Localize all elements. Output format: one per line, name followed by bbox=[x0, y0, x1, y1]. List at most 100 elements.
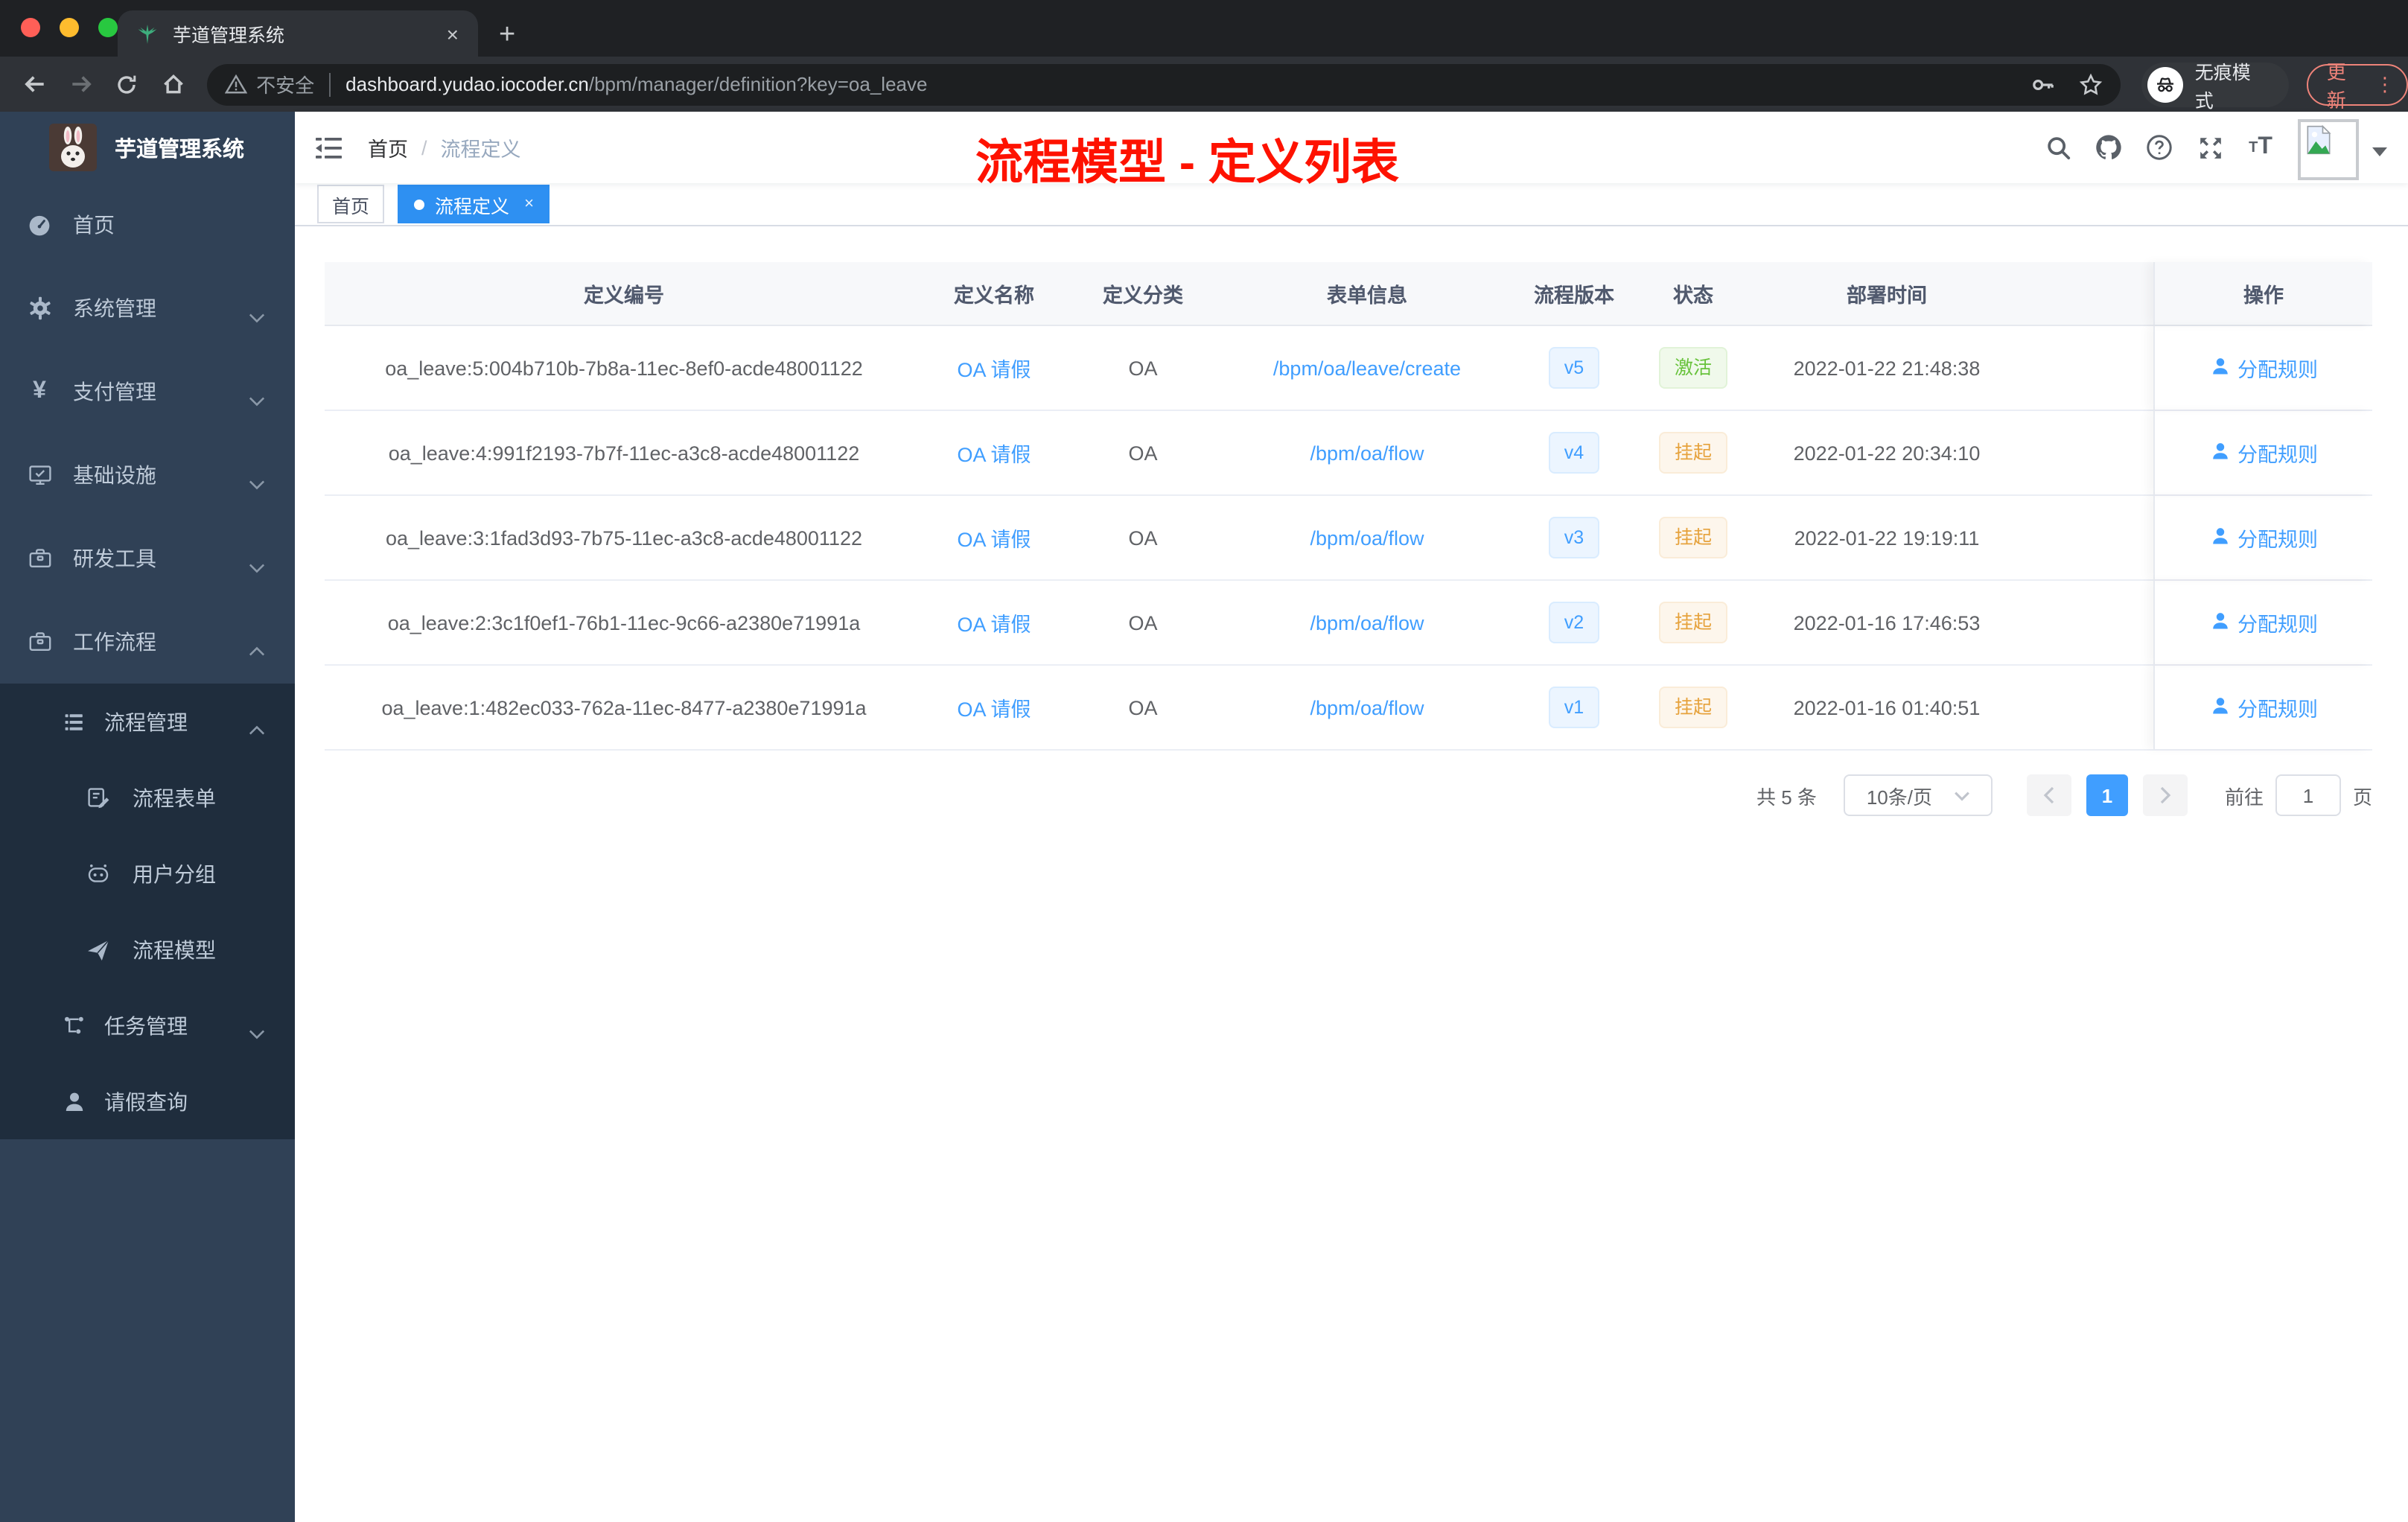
window-close-button[interactable] bbox=[21, 18, 40, 37]
sidebar-item-8[interactable]: 用户分组 bbox=[0, 835, 295, 911]
sidebar-item-label: 工作流程 bbox=[73, 630, 156, 654]
content: 定义编号 定义名称 定义分类 表单信息 流程版本 状态 部署时间 操作 oa_leave:5:0… bbox=[295, 226, 2408, 816]
search-icon[interactable] bbox=[2033, 135, 2083, 160]
logo-row[interactable]: 芋道管理系统 bbox=[0, 112, 295, 183]
goto-label: 前往 bbox=[2224, 786, 2264, 808]
definition-name-link[interactable]: OA 请假 bbox=[957, 523, 1031, 553]
cell-id: oa_leave:1:482ec033-762a-11ec-8477-a2380… bbox=[381, 696, 867, 719]
password-key-icon[interactable] bbox=[2031, 72, 2055, 96]
form-link[interactable]: /bpm/oa/flow bbox=[1310, 611, 1424, 634]
forward-button[interactable] bbox=[61, 63, 103, 105]
cell-id: oa_leave:2:3c1f0ef1-76b1-11ec-9c66-a2380… bbox=[387, 611, 861, 634]
send-icon bbox=[85, 937, 110, 962]
definition-name-link[interactable]: OA 请假 bbox=[957, 608, 1031, 637]
column-header-name: 定义名称 bbox=[954, 284, 1034, 307]
current-page-button[interactable]: 1 bbox=[2086, 774, 2128, 816]
version-badge: v3 bbox=[1549, 516, 1599, 559]
window-controls[interactable] bbox=[21, 18, 118, 37]
table-row-2: oa_leave:3:1fad3d93-7b75-11ec-a3c8-acde4… bbox=[325, 496, 2372, 581]
github-icon[interactable] bbox=[2083, 134, 2134, 161]
avatar-dropdown-icon[interactable] bbox=[2372, 147, 2387, 163]
sidebar-item-4[interactable]: 研发工具 bbox=[0, 517, 295, 600]
row-filler bbox=[2022, 581, 2153, 664]
status-badge: 挂起 bbox=[1659, 516, 1727, 559]
sidebar-item-label: 系统管理 bbox=[73, 296, 156, 320]
form-link[interactable]: /bpm/oa/flow bbox=[1310, 442, 1424, 464]
browser-menu-icon[interactable]: ⋮ bbox=[2375, 72, 2395, 96]
bookmark-star-icon[interactable] bbox=[2079, 72, 2103, 96]
version-badge: v2 bbox=[1549, 601, 1599, 644]
next-page-button[interactable] bbox=[2142, 774, 2188, 816]
briefcase-icon bbox=[27, 629, 52, 655]
definition-name-link[interactable]: OA 请假 bbox=[957, 692, 1031, 722]
form-link[interactable]: /bpm/oa/flow bbox=[1310, 526, 1424, 549]
update-button[interactable]: 更新 ⋮ bbox=[2307, 60, 2408, 111]
assign-rule-link[interactable]: 分配规则 bbox=[2209, 692, 2318, 722]
tab-tag-1[interactable]: 流程定义 × bbox=[398, 185, 550, 223]
form-link[interactable]: /bpm/oa/leave/create bbox=[1273, 357, 1461, 379]
tag-close-icon[interactable]: × bbox=[524, 195, 534, 213]
user-avatar[interactable] bbox=[2298, 118, 2359, 179]
gear-icon bbox=[27, 296, 52, 321]
row-filler bbox=[2022, 326, 2153, 410]
sidebar-item-5[interactable]: 工作流程 bbox=[0, 600, 295, 684]
sidebar-item-1[interactable]: 系统管理 bbox=[0, 267, 295, 350]
address-bar[interactable]: 不安全 dashboard.yudao.iocoder.cn/bpm/manag… bbox=[207, 63, 2121, 105]
form-icon bbox=[85, 785, 110, 810]
assign-rule-link[interactable]: 分配规则 bbox=[2209, 608, 2318, 637]
breadcrumb-home[interactable]: 首页 bbox=[368, 133, 408, 162]
column-header-deployed: 部署时间 bbox=[1847, 284, 1927, 307]
definition-name-link[interactable]: OA 请假 bbox=[957, 353, 1031, 383]
cell-version: v3 bbox=[1513, 496, 1635, 579]
form-link[interactable]: /bpm/oa/flow bbox=[1310, 696, 1424, 719]
sidebar-item-2[interactable]: ¥ 支付管理 bbox=[0, 350, 295, 433]
warning-icon bbox=[225, 74, 248, 94]
cell-name: OA 请假 bbox=[923, 411, 1065, 494]
home-button[interactable] bbox=[153, 63, 194, 105]
assign-rule-link[interactable]: 分配规则 bbox=[2209, 438, 2318, 468]
page-size-value: 10条/页 bbox=[1866, 786, 1932, 808]
fullscreen-icon[interactable] bbox=[2185, 135, 2235, 160]
incognito-icon bbox=[2147, 66, 2183, 102]
tab-tag-0[interactable]: 首页 bbox=[317, 185, 385, 223]
new-tab-button[interactable]: + bbox=[499, 21, 515, 49]
goto-page-input[interactable] bbox=[2275, 774, 2341, 816]
browser-tab[interactable]: 芋道管理系统 × bbox=[118, 10, 478, 57]
tree-icon bbox=[61, 1013, 86, 1038]
cell-name: OA 请假 bbox=[923, 666, 1065, 749]
sidebar-item-11[interactable]: 请假查询 bbox=[0, 1063, 295, 1139]
font-size-icon[interactable]: TT bbox=[2235, 134, 2286, 161]
sidebar-item-9[interactable]: 流程模型 bbox=[0, 911, 295, 987]
sidebar-item-10[interactable]: 任务管理 bbox=[0, 987, 295, 1063]
prev-page-button[interactable] bbox=[2026, 774, 2071, 816]
assign-rule-link[interactable]: 分配规则 bbox=[2209, 523, 2318, 553]
breadcrumb-current: 流程定义 bbox=[440, 138, 521, 161]
sidebar-item-0[interactable]: 首页 bbox=[0, 183, 295, 267]
chevron-down-icon bbox=[249, 386, 265, 406]
help-icon[interactable] bbox=[2134, 134, 2185, 161]
sidebar-item-6[interactable]: 流程管理 bbox=[0, 684, 295, 760]
table-row-3: oa_leave:2:3c1f0ef1-76b1-11ec-9c66-a2380… bbox=[325, 581, 2372, 666]
window-minimize-button[interactable] bbox=[60, 18, 79, 37]
url-path: /bpm/manager/definition?key=oa_leave bbox=[588, 73, 928, 95]
reload-button[interactable] bbox=[106, 63, 148, 105]
back-button[interactable] bbox=[15, 63, 57, 105]
logo-avatar bbox=[49, 124, 97, 171]
robot-icon bbox=[85, 861, 110, 886]
cell-version: v4 bbox=[1513, 411, 1635, 494]
cell-id: oa_leave:5:004b710b-7b8a-11ec-8ef0-acde4… bbox=[385, 357, 863, 379]
sidebar-toggle-icon[interactable] bbox=[316, 136, 343, 159]
tab-close-icon[interactable]: × bbox=[442, 22, 463, 45]
column-header-id: 定义编号 bbox=[584, 284, 664, 307]
definition-name-link[interactable]: OA 请假 bbox=[957, 438, 1031, 468]
sidebar-item-3[interactable]: 基础设施 bbox=[0, 433, 295, 517]
security-warning[interactable]: 不安全 bbox=[225, 70, 314, 98]
table-row-0: oa_leave:5:004b710b-7b8a-11ec-8ef0-acde4… bbox=[325, 326, 2372, 411]
sidebar-item-7[interactable]: 流程表单 bbox=[0, 760, 295, 835]
column-header-action: 操作 bbox=[2153, 262, 2372, 325]
assign-user-icon bbox=[2209, 355, 2230, 380]
window-maximize-button[interactable] bbox=[98, 18, 118, 37]
cell-action: 分配规则 bbox=[2153, 666, 2372, 749]
page-size-select[interactable]: 10条/页 bbox=[1843, 774, 1993, 816]
assign-rule-link[interactable]: 分配规则 bbox=[2209, 353, 2318, 383]
